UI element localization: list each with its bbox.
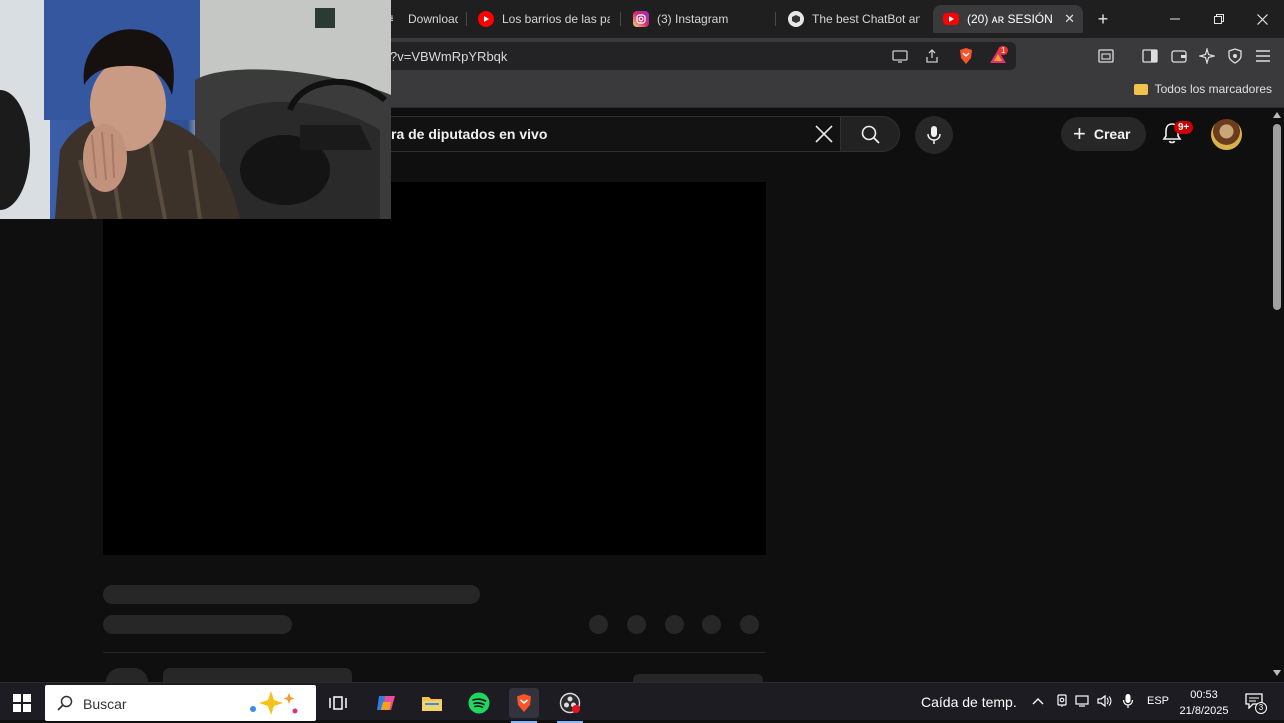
tab-downloader[interactable]: ⭳ Downloade [384, 5, 458, 33]
scroll-up-icon[interactable] [1273, 112, 1281, 118]
file-explorer-icon[interactable] [417, 688, 447, 718]
channel-avatar-skeleton [106, 668, 148, 682]
search-button[interactable] [840, 116, 900, 152]
search-icon [57, 695, 73, 711]
close-tab-icon[interactable]: ✕ [1064, 11, 1075, 27]
action-skeleton [665, 615, 684, 634]
tab-label: Downloade [408, 12, 458, 26]
cast-icon[interactable] [890, 46, 910, 66]
title-skeleton [103, 585, 480, 604]
microphone-icon[interactable] [1120, 693, 1136, 709]
restore-icon[interactable] [1208, 8, 1230, 30]
chevron-up-icon[interactable] [1030, 693, 1046, 709]
tab-los-barrios[interactable]: Los barrios de las par [478, 5, 610, 33]
action-skeleton [740, 615, 759, 634]
task-view-icon[interactable] [323, 688, 353, 718]
system-clock[interactable]: 00:53 21/8/2025 [1178, 687, 1230, 719]
taskbar-search-placeholder: Buscar [83, 696, 127, 712]
spotify-icon[interactable] [464, 688, 494, 718]
instagram-icon [633, 11, 649, 27]
obs-recording-icon[interactable] [555, 688, 585, 723]
clock-date: 21/8/2025 [1179, 705, 1229, 717]
new-tab-button[interactable]: + [1092, 8, 1114, 30]
menu-icon[interactable] [1253, 46, 1273, 66]
chatbot-icon [788, 11, 804, 27]
language-indicator[interactable]: ESP [1147, 695, 1169, 707]
tab-label: (3) Instagram [657, 12, 729, 26]
create-label: Crear [1093, 126, 1131, 142]
action-skeleton [702, 615, 721, 634]
webcam-overlay [0, 0, 391, 219]
tab-separator [775, 12, 776, 26]
search-query-text: ra de diputados en vivo [391, 126, 548, 142]
network-icon[interactable] [1075, 693, 1091, 709]
url-text: ?v=VBWmRpYRbqk [390, 49, 508, 64]
subscribe-skeleton [633, 674, 763, 682]
tab-label: The best ChatBot and [812, 12, 920, 26]
brave-shields-icon[interactable] [956, 46, 976, 66]
action-skeleton [589, 615, 608, 634]
scroll-down-icon[interactable] [1273, 670, 1281, 676]
taskbar-search-input[interactable]: Buscar [45, 685, 316, 721]
meet-now-icon[interactable] [1054, 693, 1070, 709]
action-skeleton [627, 615, 646, 634]
tab-instagram[interactable]: (3) Instagram [633, 5, 763, 33]
tab-chatbot[interactable]: The best ChatBot and [788, 5, 920, 33]
voice-search-button[interactable] [915, 116, 953, 154]
search-highlight-icon [250, 691, 298, 715]
page-scrollbar[interactable] [1270, 108, 1284, 682]
tab-separator [620, 12, 621, 26]
video-player[interactable] [103, 182, 766, 555]
clear-search-icon[interactable] [815, 125, 833, 148]
tab-label: (20) ᴀʀ SESIÓN E [967, 12, 1055, 26]
search-input[interactable]: ra de diputados en vivo [330, 116, 840, 152]
vpn-shield-icon[interactable] [1225, 46, 1245, 66]
leo-ai-icon[interactable] [1197, 46, 1217, 66]
avatar[interactable] [1211, 119, 1242, 150]
copilot-icon[interactable] [371, 688, 401, 718]
windows-start-icon[interactable] [7, 688, 37, 718]
tab-label: Los barrios de las par [502, 12, 610, 26]
notifications-badge: 9+ [1174, 121, 1194, 134]
brave-browser-icon[interactable] [509, 688, 539, 723]
scroll-thumb[interactable] [1273, 124, 1281, 310]
weather-widget[interactable]: Caída de temp. [921, 694, 1017, 710]
divider [103, 652, 766, 653]
windows-taskbar: Buscar Caída de temp. ESP 00:53 21/8/202… [0, 682, 1284, 723]
plus-icon: + [1073, 121, 1086, 146]
youtube-icon [478, 11, 494, 27]
share-icon[interactable] [922, 46, 942, 66]
sidebar-toggle-icon[interactable] [1140, 46, 1160, 66]
channel-name-skeleton [163, 668, 352, 682]
bookmarks-folder[interactable]: Todos los marcadores [1133, 82, 1272, 96]
youtube-icon [943, 13, 959, 25]
close-window-icon[interactable] [1251, 8, 1273, 30]
microphone-icon [927, 126, 941, 144]
address-bar[interactable]: ?v=VBWmRpYRbqk 1 [380, 42, 1016, 70]
webcam-person-image [0, 0, 391, 219]
create-button[interactable]: + Crear [1061, 117, 1146, 151]
notification-count-badge: 3 [1255, 702, 1267, 714]
tab-separator [466, 12, 467, 26]
reader-mode-icon[interactable] [1096, 46, 1116, 66]
search-icon [861, 125, 880, 144]
bookmarks-folder-label: Todos los marcadores [1154, 82, 1272, 96]
clock-time: 00:53 [1190, 689, 1218, 701]
minimize-icon[interactable] [1164, 8, 1186, 30]
folder-icon [1133, 83, 1148, 95]
subtitle-skeleton [103, 615, 292, 634]
tab-youtube-active[interactable]: (20) ᴀʀ SESIÓN E ✕ [933, 5, 1083, 33]
volume-icon[interactable] [1097, 693, 1113, 709]
wallet-icon[interactable] [1169, 46, 1189, 66]
